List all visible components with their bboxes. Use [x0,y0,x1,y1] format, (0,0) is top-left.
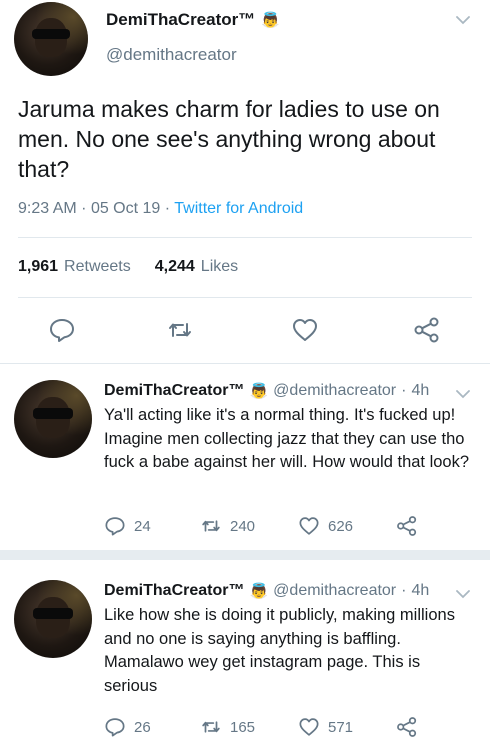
reply-header: DemiThaCreator™ 👼 @demithacreator · 4h [104,582,429,600]
author-handle[interactable]: @demithacreator [106,45,237,65]
reply-count: 24 [134,517,151,535]
tweet-actions: 26 165 571 [104,716,434,744]
heart-icon [299,517,319,535]
main-tweet: DemiThaCreator™ 👼 @demithacreator Jaruma… [0,0,490,364]
retweets-count[interactable]: 1,961 [18,258,58,276]
author-name-text: DemiThaCreator™ [106,10,256,29]
reply-tweet[interactable]: DemiThaCreator™ 👼 @demithacreator · 4h L… [0,560,490,751]
avatar[interactable] [14,380,92,458]
retweet-count: 165 [230,718,256,736]
tweet-text: Like how she is doing it publicly, makin… [104,606,455,695]
like-count: 571 [328,718,354,736]
tweet-age: 4h [411,382,430,399]
reply-icon [105,517,125,536]
divider [18,297,472,298]
author-name[interactable]: DemiThaCreator™ [104,382,244,400]
reply-count: 26 [134,718,151,736]
tweet-text: Ya'll acting like it's a normal thing. I… [104,406,470,471]
share-action[interactable] [396,716,418,738]
retweet-action[interactable]: 165 [200,716,255,738]
share-action[interactable] [396,515,418,537]
retweet-icon [202,721,220,733]
angel-emoji-icon: 👼 [249,583,269,600]
tweet-actions [0,310,490,350]
tweet-actions: 24 240 626 [104,515,434,543]
reply-tweet[interactable]: DemiThaCreator™ 👼 @demithacreator · 4h Y… [0,364,490,550]
tweet-time: 9:23 AM [18,200,77,217]
angel-emoji-icon: 👼 [249,383,269,400]
tweet-stats: 1,961 Retweets 4,244 Likes [18,258,238,276]
share-icon [397,717,417,737]
like-count: 626 [328,517,354,535]
tweet-text: Jaruma makes charm for ladies to use on … [18,96,440,182]
author-name[interactable]: DemiThaCreator™ [104,582,244,600]
retweet-action[interactable]: 240 [200,515,255,537]
share-icon [397,516,417,536]
tweet-date: 05 Oct 19 [90,200,161,217]
meta-dot: · [81,200,91,217]
author-handle[interactable]: @demithacreator [273,582,396,600]
retweets-label[interactable]: Retweets [64,258,131,276]
avatar[interactable] [14,2,88,76]
author-name[interactable]: DemiThaCreator™ 👼 [106,10,280,30]
like-action[interactable]: 571 [298,716,353,738]
meta-dot: · [164,200,175,217]
like-action[interactable]: 626 [298,515,353,537]
meta-dot: · [401,582,407,599]
share-icon[interactable] [413,316,441,344]
chevron-down-icon[interactable] [456,586,470,602]
reply-action[interactable]: 26 [104,716,151,738]
tweet-meta: 9:23 AM · 05 Oct 19 · Twitter for Androi… [18,200,303,218]
author-handle[interactable]: @demithacreator [273,382,396,400]
separator [0,550,490,560]
angel-emoji-icon: 👼 [261,12,280,29]
heart-icon[interactable] [291,316,319,344]
tweet-source-link[interactable]: Twitter for Android [174,200,303,217]
heart-icon [299,718,319,736]
reply-header: DemiThaCreator™ 👼 @demithacreator · 4h [104,382,429,400]
reply-action[interactable]: 24 [104,515,151,537]
likes-label[interactable]: Likes [201,258,238,276]
reply-icon [105,718,125,737]
chevron-down-icon[interactable] [456,386,470,402]
retweet-icon [202,520,220,532]
meta-dot: · [401,382,407,399]
tweet-age: 4h [411,582,430,599]
likes-count[interactable]: 4,244 [155,258,195,276]
reply-icon[interactable] [48,316,76,344]
divider [18,237,472,238]
retweet-count: 240 [230,517,256,535]
avatar[interactable] [14,580,92,658]
chevron-down-icon[interactable] [456,12,470,28]
retweet-icon[interactable] [166,316,194,344]
